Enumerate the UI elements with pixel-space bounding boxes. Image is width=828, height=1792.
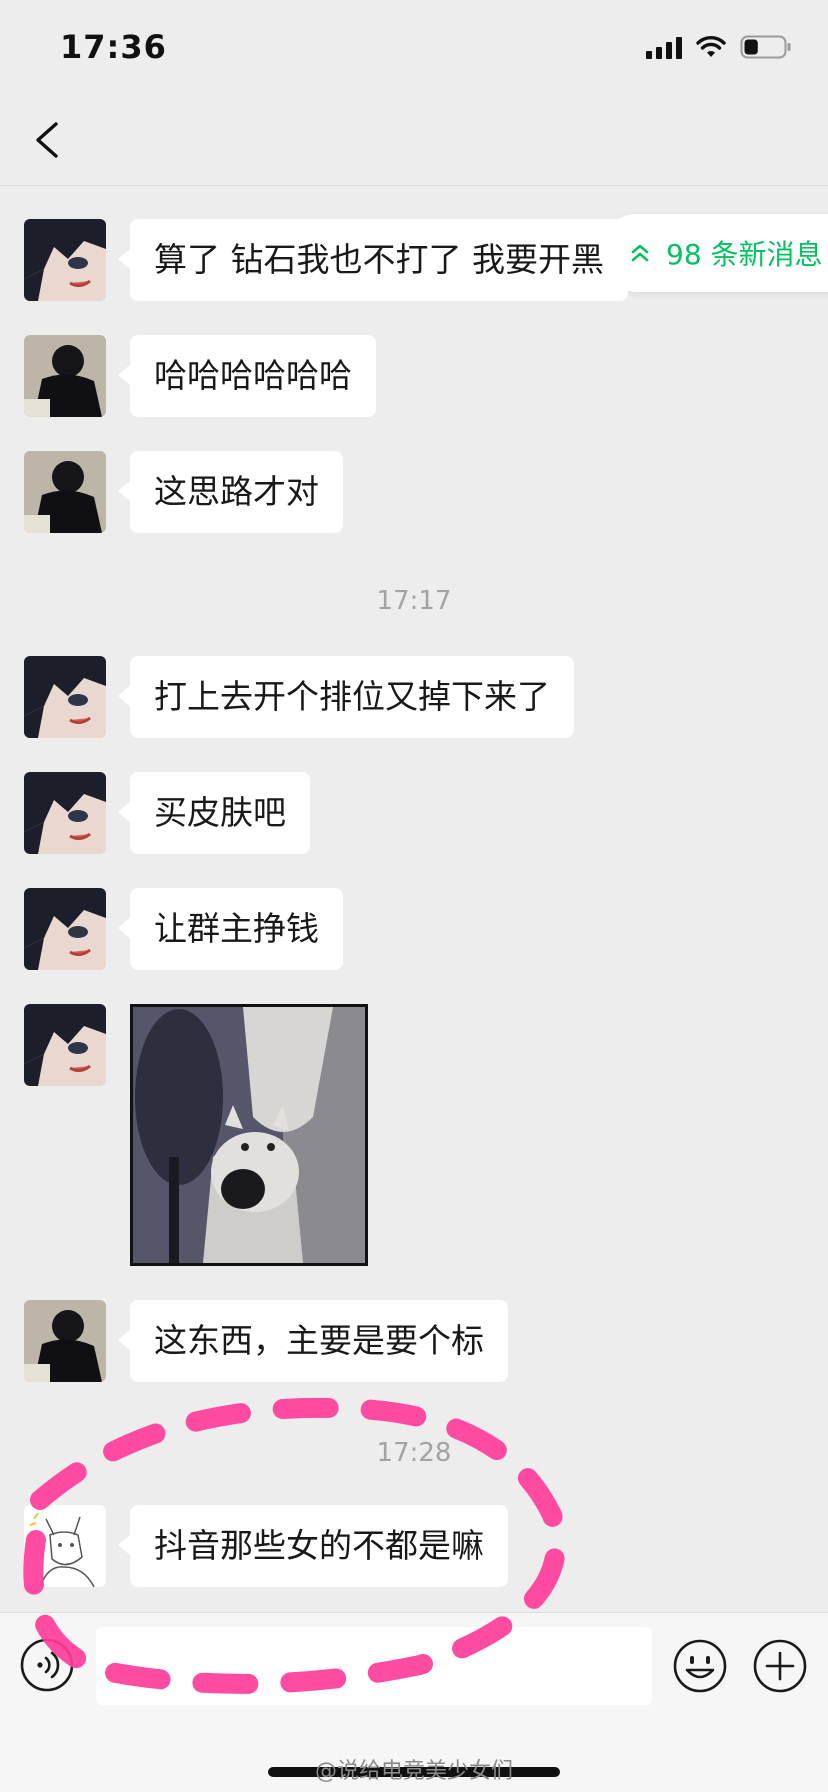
message-row: 买皮肤吧 (24, 772, 310, 854)
chat-screen: 17:36 98 条新消息 算了 钻石我也不打了 我要开黑 哈哈哈哈哈哈 这思路… (0, 0, 828, 1792)
cellular-signal-icon (646, 35, 682, 59)
avatar-anime[interactable] (24, 219, 106, 301)
status-icons (646, 34, 792, 60)
message-input[interactable] (96, 1627, 652, 1705)
avatar-anime[interactable] (24, 772, 106, 854)
message-bubble[interactable]: 算了 钻石我也不打了 我要开黑 (118, 219, 628, 301)
message-bubble[interactable]: 这思路才对 (118, 451, 343, 533)
message-bubble[interactable]: 哈哈哈哈哈哈 (118, 335, 376, 417)
chevron-left-icon[interactable] (28, 118, 68, 162)
avatar-anime[interactable] (24, 888, 106, 970)
timestamp: 17:28 (376, 1438, 452, 1468)
image-message-dog[interactable] (130, 1004, 368, 1266)
message-bubble[interactable]: 让群主挣钱 (118, 888, 343, 970)
timestamp: 17:17 (376, 586, 452, 616)
plus-icon[interactable] (752, 1638, 808, 1694)
message-row: 让群主挣钱 (24, 888, 343, 970)
message-row: 这思路才对 (24, 451, 343, 533)
message-bubble[interactable]: 这东西，主要是要个标 (118, 1300, 508, 1382)
message-row: 哈哈哈哈哈哈 (24, 335, 376, 417)
avatar-sketch[interactable] (24, 1505, 106, 1587)
message-bubble[interactable]: 抖音那些女的不都是嘛 (118, 1505, 508, 1587)
message-row: 这东西，主要是要个标 (24, 1300, 508, 1382)
input-bar: @说给电竞美少女们 (0, 1612, 828, 1792)
avatar-photo[interactable] (24, 451, 106, 533)
avatar-anime[interactable] (24, 1004, 106, 1086)
new-messages-label: 98 条新消息 (666, 238, 823, 271)
message-bubble[interactable]: 打上去开个排位又掉下来了 (118, 656, 574, 738)
double-chevron-up-icon (631, 244, 649, 262)
voice-icon[interactable] (20, 1638, 74, 1692)
avatar-anime[interactable] (24, 656, 106, 738)
status-bar: 17:36 (0, 0, 828, 100)
wifi-icon (696, 36, 726, 57)
message-row: 算了 钻石我也不打了 我要开黑 (24, 219, 628, 301)
avatar-photo[interactable] (24, 335, 106, 417)
watermark: @说给电竞美少女们 (314, 1759, 513, 1784)
battery-icon (740, 35, 791, 59)
message-bubble[interactable]: 买皮肤吧 (118, 772, 310, 854)
emoji-icon[interactable] (672, 1638, 728, 1694)
chat-header (0, 100, 828, 186)
message-row (24, 1004, 368, 1266)
avatar-photo[interactable] (24, 1300, 106, 1382)
message-row: 打上去开个排位又掉下来了 (24, 656, 574, 738)
status-time: 17:36 (60, 28, 167, 66)
new-messages-button[interactable]: 98 条新消息 (598, 214, 828, 292)
message-row: 抖音那些女的不都是嘛 (24, 1505, 508, 1587)
